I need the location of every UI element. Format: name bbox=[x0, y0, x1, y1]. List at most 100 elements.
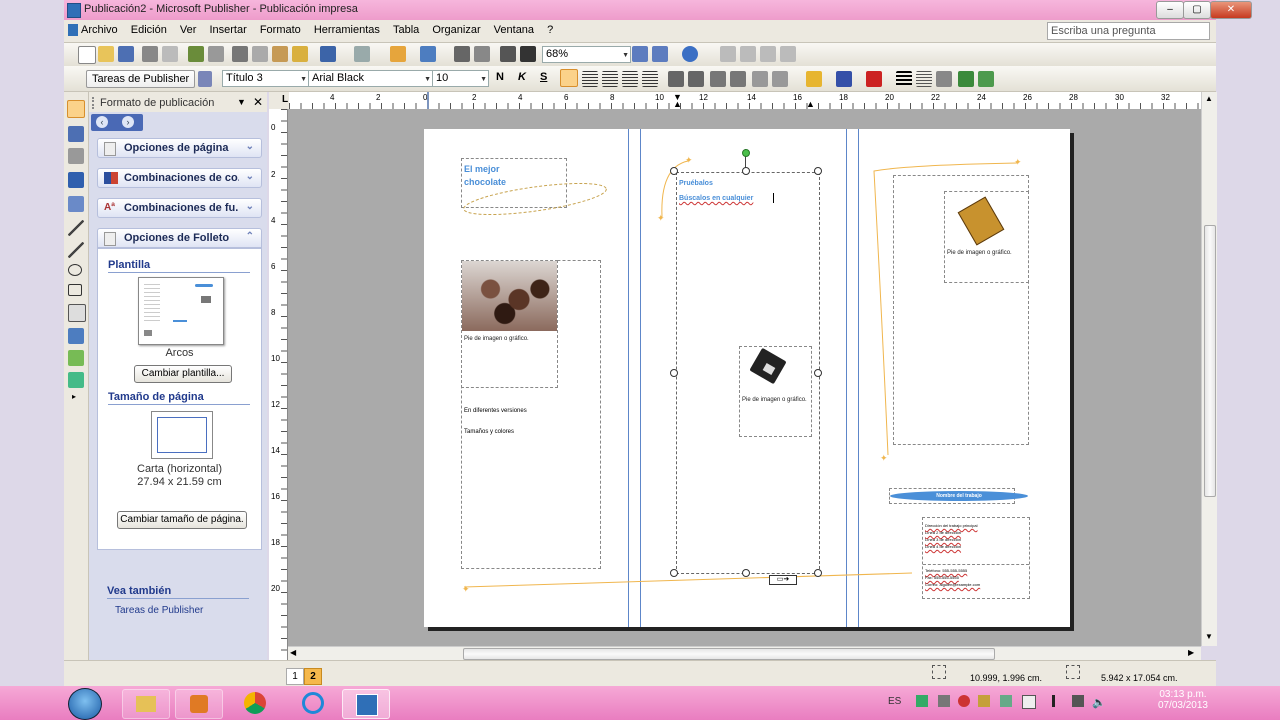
left-indent-icon[interactable]: ▲ bbox=[673, 99, 682, 109]
start-button[interactable] bbox=[68, 688, 102, 720]
back-icon[interactable]: ‹ bbox=[96, 116, 108, 128]
image-frame-chocolate-block[interactable]: Pie de imagen o gráfico. bbox=[739, 346, 812, 437]
styles-icon[interactable] bbox=[198, 71, 212, 87]
menu-herramientas[interactable]: Herramientas bbox=[309, 21, 385, 36]
menu-ver[interactable]: Ver bbox=[175, 21, 202, 36]
increase-indent-icon[interactable] bbox=[730, 71, 746, 87]
new-icon[interactable] bbox=[78, 46, 96, 64]
3d-style-icon[interactable] bbox=[978, 71, 994, 87]
underline-button[interactable]: S bbox=[540, 71, 547, 83]
horizontal-scroll-thumb[interactable] bbox=[463, 648, 995, 660]
font-size-select[interactable]: 10 ▼ bbox=[432, 70, 489, 87]
columns-icon[interactable] bbox=[500, 46, 516, 62]
horizontal-scrollbar[interactable]: ◀ ▶ bbox=[288, 646, 1201, 661]
menu-formato[interactable]: Formato bbox=[255, 21, 306, 36]
bold-button[interactable]: N bbox=[496, 71, 504, 83]
style-select[interactable]: Título 3 ▼ bbox=[222, 70, 309, 87]
see-also-link[interactable]: Tareas de Publisher bbox=[115, 605, 203, 616]
tray-icon[interactable] bbox=[1022, 695, 1036, 709]
taskbar-media-player[interactable] bbox=[175, 689, 223, 719]
picture-frame-icon[interactable] bbox=[68, 196, 84, 212]
select-objects-icon[interactable] bbox=[67, 100, 85, 118]
menu-archivo[interactable]: Archivo bbox=[76, 21, 123, 36]
change-page-size-button[interactable]: Cambiar tamaño de página. bbox=[117, 511, 247, 529]
workspace[interactable]: El mejor chocolate Pie de imagen o gráfi… bbox=[288, 109, 1201, 646]
arrow-style-icon[interactable] bbox=[936, 71, 952, 87]
shadow-style-icon[interactable] bbox=[958, 71, 974, 87]
fill-color-icon[interactable] bbox=[806, 71, 822, 87]
publisher-tasks-button[interactable]: Tareas de Publisher bbox=[86, 70, 196, 88]
tray-icon[interactable] bbox=[1000, 695, 1012, 707]
image-frame-chocolates[interactable]: Pie de imagen o gráfico. bbox=[461, 260, 558, 388]
menu-tabla[interactable]: Tabla bbox=[388, 21, 424, 36]
align-left-icon[interactable] bbox=[560, 69, 578, 87]
page-tab-1[interactable]: 1 bbox=[286, 668, 304, 685]
format-painter-icon[interactable] bbox=[292, 46, 308, 62]
vertical-scroll-thumb[interactable] bbox=[1204, 225, 1216, 497]
volume-icon[interactable]: 🔈 bbox=[1092, 696, 1106, 709]
text-box-icon[interactable] bbox=[68, 126, 84, 142]
resize-handle-tl[interactable] bbox=[670, 167, 678, 175]
autoshapes-icon[interactable] bbox=[68, 304, 86, 322]
vertical-ruler[interactable]: 0 2 4 6 8 10 12 14 16 18 20 bbox=[269, 109, 288, 660]
right-indent-icon[interactable]: ▲ bbox=[806, 99, 815, 109]
menu-insertar[interactable]: Insertar bbox=[204, 21, 251, 36]
hyperlink-icon[interactable] bbox=[474, 46, 490, 62]
change-template-button[interactable]: Cambiar plantilla... bbox=[134, 365, 232, 383]
line-style-icon[interactable] bbox=[896, 71, 912, 87]
scroll-down-icon[interactable]: ▼ bbox=[1205, 632, 1213, 641]
dash-style-icon[interactable] bbox=[916, 71, 932, 87]
contact-frame[interactable]: Dirección del trabajo principal Línea 2 … bbox=[922, 517, 1030, 599]
next-frame-icon[interactable] bbox=[780, 46, 796, 62]
align-center-icon[interactable] bbox=[582, 71, 598, 87]
resize-handle-b[interactable] bbox=[742, 569, 750, 577]
previous-frame-icon[interactable] bbox=[760, 46, 776, 62]
research-icon[interactable] bbox=[208, 46, 224, 62]
justify-icon[interactable] bbox=[622, 71, 638, 87]
hot-spot-icon[interactable] bbox=[68, 328, 84, 344]
link-frames-icon[interactable] bbox=[720, 46, 736, 62]
resize-handle-bl[interactable] bbox=[670, 569, 678, 577]
print-preview-icon[interactable] bbox=[162, 46, 178, 62]
menu-edicion[interactable]: Edición bbox=[126, 21, 172, 36]
resize-handle-t[interactable] bbox=[742, 167, 750, 175]
oval-icon[interactable] bbox=[68, 264, 82, 276]
maximize-button[interactable]: ▢ bbox=[1183, 1, 1211, 19]
undo-icon[interactable] bbox=[320, 46, 336, 62]
minimize-button[interactable]: – bbox=[1156, 1, 1184, 19]
ask-question-input[interactable]: Escriba una pregunta bbox=[1047, 22, 1210, 40]
close-button[interactable]: ✕ bbox=[1210, 1, 1252, 19]
more-tools-chevron-icon[interactable]: ▸ bbox=[72, 392, 76, 401]
taskbar-explorer[interactable] bbox=[122, 689, 170, 719]
flag-icon[interactable] bbox=[1052, 695, 1065, 707]
insert-table-icon[interactable] bbox=[68, 148, 84, 164]
save-icon[interactable] bbox=[118, 46, 134, 62]
input-language[interactable]: ES bbox=[888, 696, 901, 707]
bring-forward-icon[interactable] bbox=[390, 46, 406, 62]
scroll-right-icon[interactable]: ▶ bbox=[1188, 648, 1194, 657]
italic-button[interactable]: K bbox=[518, 71, 526, 83]
tray-icon[interactable] bbox=[978, 695, 990, 707]
line-color-icon[interactable] bbox=[836, 71, 852, 87]
taskbar-ie[interactable] bbox=[290, 689, 336, 717]
tab-type-marker[interactable]: L bbox=[282, 94, 288, 105]
resize-handle-tr[interactable] bbox=[814, 167, 822, 175]
taskbar-publisher[interactable] bbox=[342, 689, 390, 719]
font-size-decrease-icon[interactable] bbox=[752, 71, 768, 87]
tray-icon[interactable] bbox=[958, 695, 970, 707]
image-frame-clipboard[interactable]: Pie de imagen o gráfico. bbox=[944, 191, 1029, 283]
resize-handle-l[interactable] bbox=[670, 369, 678, 377]
decrease-indent-icon[interactable] bbox=[710, 71, 726, 87]
bullets-icon[interactable] bbox=[688, 71, 704, 87]
page-size-thumbnail[interactable] bbox=[151, 411, 213, 459]
task-pane-close-icon[interactable]: ✕ bbox=[253, 95, 263, 109]
menu-help[interactable]: ? bbox=[542, 21, 558, 36]
taskbar-chrome[interactable] bbox=[232, 689, 278, 717]
form-control-icon[interactable] bbox=[68, 350, 84, 366]
rectangle-icon[interactable] bbox=[68, 284, 82, 296]
spelling-icon[interactable] bbox=[188, 46, 204, 62]
arrow-icon[interactable] bbox=[68, 242, 84, 258]
web-icon[interactable] bbox=[454, 46, 470, 62]
open-icon[interactable] bbox=[98, 46, 114, 62]
task-pane-menu-icon[interactable]: ▼ bbox=[237, 97, 246, 107]
